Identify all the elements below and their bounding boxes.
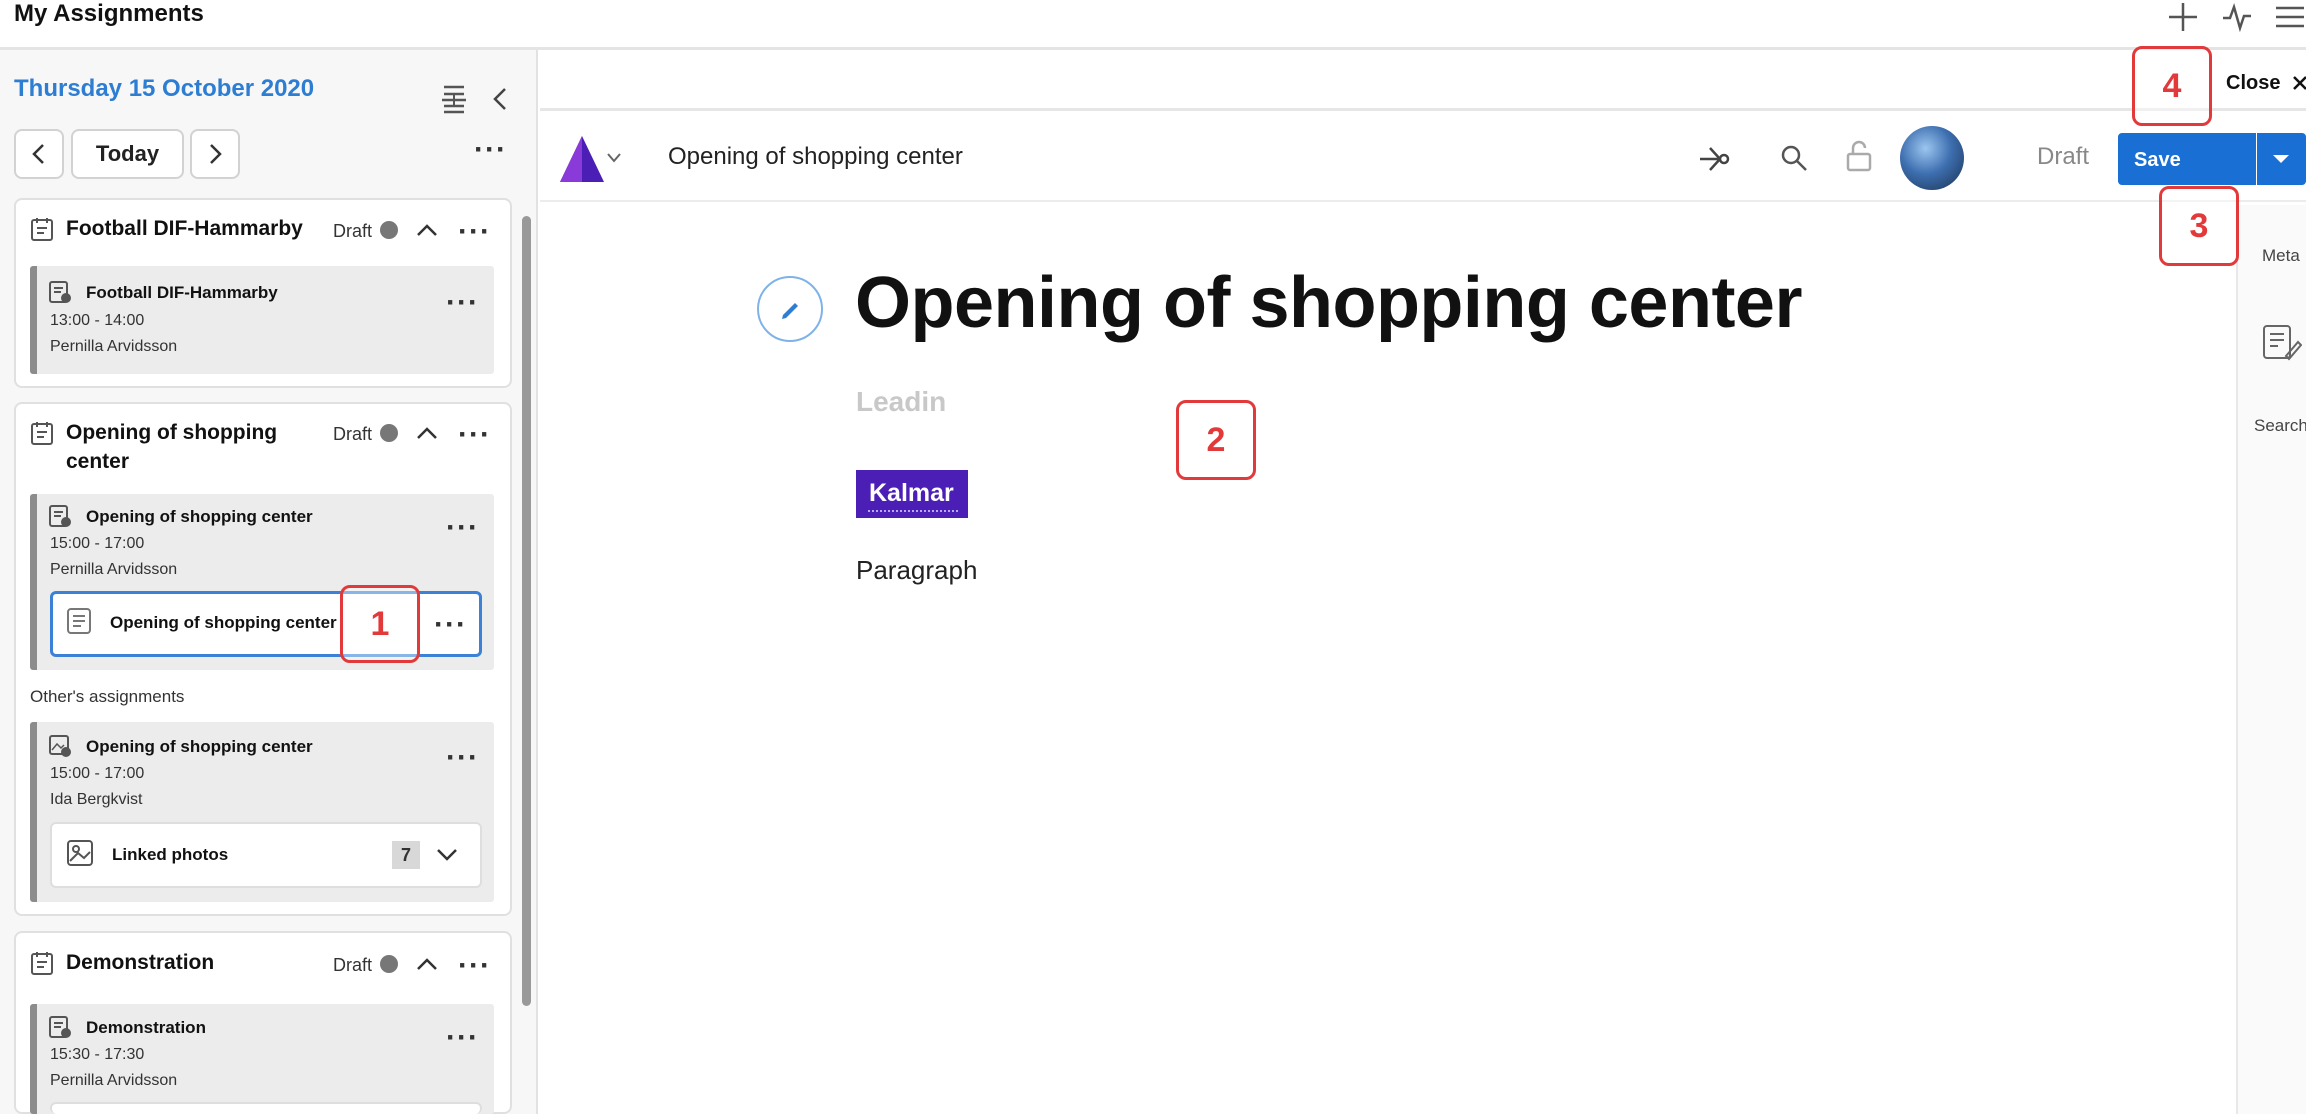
- today-button[interactable]: Today: [71, 129, 184, 179]
- marker-2: 2: [1176, 400, 1256, 480]
- status-label: Draft: [333, 221, 373, 241]
- assignment-title: Football DIF-Hammarby: [86, 283, 278, 302]
- group-title: Demonstration: [66, 951, 215, 974]
- search-icon[interactable]: [1780, 144, 1808, 172]
- marker-1: 1: [340, 585, 420, 663]
- status-dot: [380, 424, 398, 442]
- activity-icon[interactable]: [2222, 2, 2252, 32]
- article-more-icon[interactable]: ···: [434, 610, 467, 640]
- document-name: Opening of shopping center: [668, 143, 963, 170]
- planning-icon: [30, 216, 54, 242]
- save-button[interactable]: Save: [2118, 133, 2256, 185]
- group-more-icon[interactable]: ···: [458, 420, 491, 450]
- headline[interactable]: Opening of shopping center: [855, 262, 1802, 344]
- meta-tab[interactable]: Meta: [2262, 246, 2300, 266]
- compact-view-icon[interactable]: [440, 84, 468, 114]
- assignment-title: Demonstration: [86, 1018, 206, 1037]
- chevron-right-icon: [210, 144, 222, 164]
- caret-down-icon: [2273, 155, 2289, 163]
- marker-4: 4: [2132, 46, 2212, 126]
- tag-underline: [868, 510, 958, 512]
- next-day-button[interactable]: [190, 129, 240, 179]
- assignment-title: Opening of shopping center: [86, 507, 313, 526]
- close-button[interactable]: Close: [2226, 72, 2280, 95]
- group-more-icon[interactable]: ···: [458, 951, 491, 981]
- group-title: Football DIF-Hammarby: [66, 217, 303, 240]
- edit-headline-button[interactable]: [757, 276, 823, 342]
- article-item[interactable]: [50, 1102, 482, 1114]
- status-dot: [380, 955, 398, 973]
- share-icon[interactable]: [1698, 144, 1730, 174]
- app-logo-icon[interactable]: [558, 134, 608, 184]
- assignment-time: 13:00 - 14:00: [50, 312, 145, 329]
- linked-photos-label: Linked photos: [112, 845, 229, 864]
- menu-icon[interactable]: [2274, 2, 2304, 32]
- assignment-time: 15:00 - 17:00: [50, 535, 145, 552]
- status-label: Draft: [333, 955, 373, 975]
- marker-3: 3: [2159, 186, 2239, 266]
- app-title: My Assignments: [14, 0, 204, 27]
- chevron-up-icon[interactable]: [416, 425, 438, 441]
- article-assignment-icon: [48, 280, 72, 304]
- assignment-person: Ida Bergkvist: [50, 791, 143, 808]
- assignment-more-icon[interactable]: ···: [446, 513, 479, 543]
- article-assignment-icon: [48, 504, 72, 528]
- unlock-icon[interactable]: [1846, 140, 1872, 172]
- search-tab[interactable]: Search: [2254, 416, 2306, 436]
- plus-icon[interactable]: [2168, 2, 2198, 32]
- assignment-more-icon[interactable]: ···: [446, 288, 479, 318]
- assignment-person: Pernilla Arvidsson: [50, 561, 178, 578]
- assignment-time: 15:30 - 17:30: [50, 1046, 145, 1063]
- assignment-more-icon[interactable]: ···: [446, 743, 479, 773]
- document-icon: [66, 607, 92, 635]
- planning-icon: [30, 420, 54, 446]
- panel-more-icon[interactable]: ···: [474, 135, 507, 165]
- chevron-down-icon[interactable]: [436, 848, 458, 862]
- assignment-person: Pernilla Arvidsson: [50, 338, 178, 355]
- prev-day-button[interactable]: [14, 129, 64, 179]
- pencil-icon: [782, 303, 798, 319]
- avatar[interactable]: [1900, 126, 1964, 190]
- chevron-up-icon[interactable]: [416, 956, 438, 972]
- others-assignments-label: Other's assignments: [30, 687, 185, 706]
- chevron-down-icon[interactable]: [606, 152, 622, 164]
- linked-count-badge: 7: [392, 841, 420, 869]
- save-options-button[interactable]: [2257, 133, 2306, 185]
- assignment-time: 15:00 - 17:00: [50, 765, 145, 782]
- assignment-person: Pernilla Arvidsson: [50, 1072, 178, 1089]
- group-title: Opening of shopping center: [66, 421, 278, 473]
- group-more-icon[interactable]: ···: [458, 217, 491, 247]
- chevron-left-icon: [32, 144, 44, 164]
- draft-status: Draft: [2037, 143, 2090, 170]
- body-paragraph[interactable]: Paragraph: [856, 555, 977, 586]
- planning-icon: [30, 950, 54, 976]
- assignment-title: Opening of shopping center: [86, 737, 313, 756]
- top-bar: [0, 0, 2306, 50]
- chevron-up-icon[interactable]: [416, 222, 438, 238]
- panel-scrollbar[interactable]: [522, 216, 531, 1006]
- close-icon[interactable]: [2292, 74, 2306, 92]
- collapse-panel-icon[interactable]: [490, 86, 510, 112]
- leadin-field[interactable]: Leadin: [856, 386, 946, 418]
- article-assignment-icon: [48, 1015, 72, 1039]
- image-icon: [66, 839, 94, 867]
- article-title: Opening of shopping center: [110, 613, 337, 632]
- edit-notes-icon[interactable]: [2262, 322, 2302, 362]
- status-label: Draft: [333, 424, 373, 444]
- assignment-more-icon[interactable]: ···: [446, 1023, 479, 1053]
- photo-assignment-icon: [48, 734, 72, 758]
- date-label: Thursday 15 October 2020: [14, 75, 315, 102]
- status-dot: [380, 221, 398, 239]
